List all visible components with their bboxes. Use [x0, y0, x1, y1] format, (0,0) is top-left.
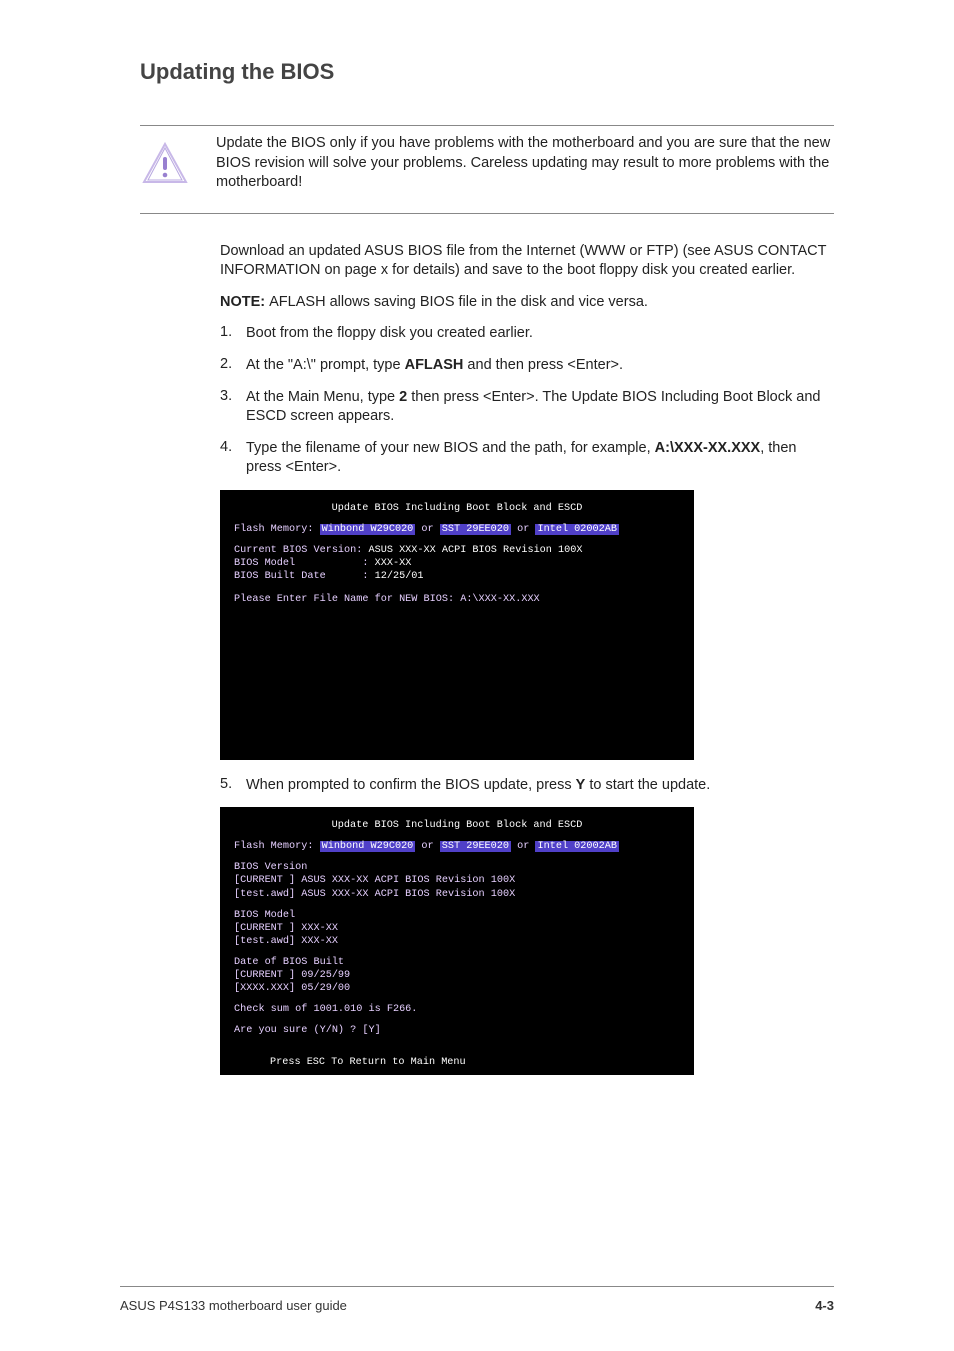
sc1-date: BIOS Built Date : 12/25/01: [234, 570, 680, 583]
sc1-title: Update BIOS Including Boot Block and ESC…: [234, 502, 680, 515]
sc2-model-l2: [test.awd] XXX-XX: [234, 935, 680, 948]
step-3-text: At the Main Menu, type 2 then press <Ent…: [246, 388, 834, 427]
footer-divider: [120, 1286, 834, 1287]
sc1-model: BIOS Model : XXX-XX: [234, 557, 680, 570]
sc2-sure: Are you sure (Y/N) ? [Y]: [234, 1024, 680, 1037]
step-5: 5. When prompted to confirm the BIOS upd…: [220, 776, 834, 796]
sc2-title: Update BIOS Including Boot Block and ESC…: [234, 819, 680, 832]
step-2-number: 2.: [220, 356, 246, 376]
step-4: 4. Type the filename of your new BIOS an…: [220, 439, 834, 478]
caution-text: Update the BIOS only if you have problem…: [216, 134, 834, 193]
page-footer: ASUS P4S133 motherboard user guide 4-3: [120, 1298, 834, 1313]
sc2-ver-hdr: BIOS Version: [234, 861, 680, 874]
caution-block: Update the BIOS only if you have problem…: [140, 125, 834, 214]
sc2-chk: Check sum of 1001.010 is F266.: [234, 1003, 680, 1016]
sc1-prompt: Please Enter File Name for NEW BIOS: A:\…: [234, 593, 680, 606]
step-1: 1. Boot from the floppy disk you created…: [220, 324, 834, 344]
intro-paragraph-2: NOTE: AFLASH allows saving BIOS file in …: [220, 293, 834, 313]
note-label: NOTE:: [220, 294, 269, 310]
sc1-curver: Current BIOS Version: ASUS XXX-XX ACPI B…: [234, 544, 680, 557]
sc2-ver-l1: [CURRENT ] ASUS XXX-XX ACPI BIOS Revisio…: [234, 874, 680, 887]
footer-page-number: 4-3: [815, 1298, 834, 1313]
sc1-flashmem: Flash Memory: Winbond W29C020 or SST 29E…: [234, 523, 680, 536]
sc2-model-l1: [CURRENT ] XXX-XX: [234, 922, 680, 935]
step-4-text: Type the filename of your new BIOS and t…: [246, 439, 834, 478]
step-2: 2. At the "A:\" prompt, type AFLASH and …: [220, 356, 834, 376]
screenshot-1: Update BIOS Including Boot Block and ESC…: [220, 490, 694, 760]
page-heading: Updating the BIOS: [140, 59, 834, 85]
between-screens-number: 5.: [220, 776, 246, 796]
step-3-number: 3.: [220, 388, 246, 427]
sc2-bottom: Press ESC To Return to Main Menu: [270, 1056, 466, 1069]
step-3: 3. At the Main Menu, type 2 then press <…: [220, 388, 834, 427]
footer-left: ASUS P4S133 motherboard user guide: [120, 1298, 347, 1313]
sc2-ver-l2: [test.awd] ASUS XXX-XX ACPI BIOS Revisio…: [234, 888, 680, 901]
sc2-date-l1: [CURRENT ] 09/25/99: [234, 969, 680, 982]
step-4-number: 4.: [220, 439, 246, 478]
caution-icon: [140, 134, 190, 193]
step-2-text: At the "A:\" prompt, type AFLASH and the…: [246, 356, 623, 376]
screenshot-2: Update BIOS Including Boot Block and ESC…: [220, 807, 694, 1075]
sc2-flashmem: Flash Memory: Winbond W29C020 or SST 29E…: [234, 840, 680, 853]
note-text: AFLASH allows saving BIOS file in the di…: [269, 294, 648, 310]
step-1-text: Boot from the floppy disk you created ea…: [246, 324, 533, 344]
content-area: Download an updated ASUS BIOS file from …: [220, 242, 834, 1076]
sc2-date-l2: [XXXX.XXX] 05/29/00: [234, 982, 680, 995]
between-screens-text: When prompted to confirm the BIOS update…: [246, 776, 710, 796]
step-1-number: 1.: [220, 324, 246, 344]
intro-paragraph-1: Download an updated ASUS BIOS file from …: [220, 242, 834, 281]
sc2-date-hdr: Date of BIOS Built: [234, 956, 680, 969]
sc2-model-hdr: BIOS Model: [234, 909, 680, 922]
